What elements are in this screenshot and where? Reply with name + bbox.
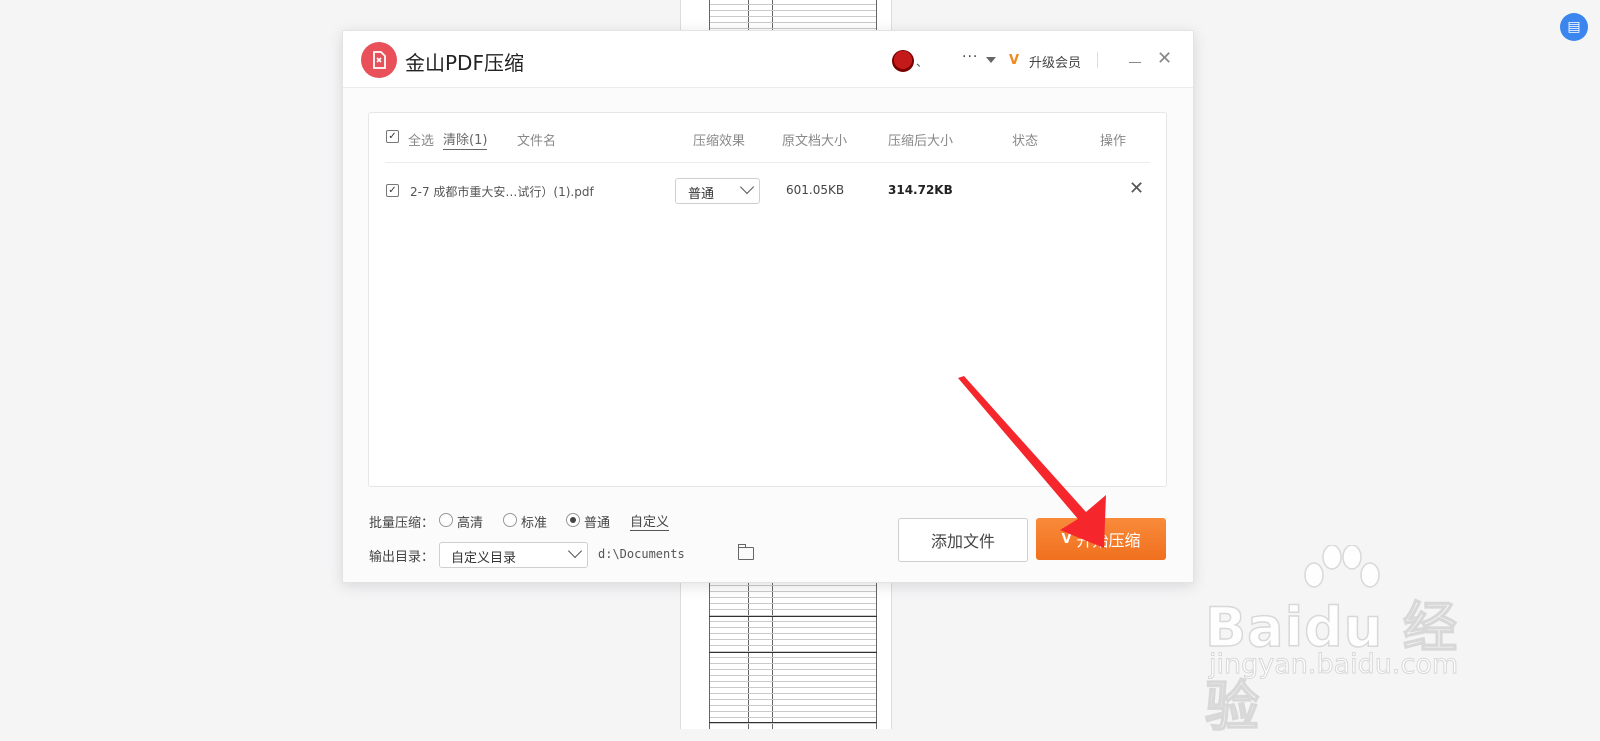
vip-icon: V [1009,53,1020,68]
app-logo-icon [361,42,397,78]
original-size: 601.05KB [786,183,845,197]
radio-hd-label[interactable]: 高清 [457,512,483,531]
select-all-label[interactable]: 全选 [408,130,434,149]
chevron-down-icon [739,179,755,195]
table-header: ✓ 全选 清除(1) 文件名 压缩效果 原文档大小 压缩后大小 状态 操作 [385,113,1150,163]
document-table-top [709,0,877,34]
avatar[interactable] [892,50,914,72]
effect-value: 普通 [688,187,715,202]
column-header-actions: 操作 [1100,134,1127,149]
output-path: d:\Documents [598,547,685,561]
file-name: 2-7 成都市重大安…试行）(1).pdf [410,185,594,199]
app-title: 金山PDF压缩 [405,51,524,75]
radio-normal-label[interactable]: 普通 [584,512,610,531]
file-list-panel: ✓ 全选 清除(1) 文件名 压缩效果 原文档大小 压缩后大小 状态 操作 ✓ … [368,112,1167,487]
compressed-size: 314.72KB [888,183,953,197]
delete-row-icon[interactable]: ✕ [1129,178,1144,199]
column-header-filename: 文件名 [517,134,557,149]
watermark-url: jingyan.baidu.com [1208,649,1459,681]
clear-button[interactable]: 清除(1) [443,129,488,150]
title-bar: 金山PDF压缩 、 ··· V 升级会员 ✕ [343,31,1193,88]
minimize-icon[interactable] [1129,62,1141,63]
output-dir-dropdown[interactable]: 自定义目录 [439,542,588,568]
side-tool-icon[interactable]: ▤ [1560,13,1588,41]
caret-down-icon[interactable] [986,57,996,63]
radio-normal[interactable] [566,513,580,527]
column-header-status: 状态 [1012,134,1039,149]
add-file-button[interactable]: 添加文件 [898,518,1028,562]
folder-icon[interactable] [738,544,754,560]
radio-standard-label[interactable]: 标准 [521,512,547,531]
row-checkbox[interactable]: ✓ [386,184,399,197]
divider [1097,52,1098,68]
output-dir-value: 自定义目录 [451,551,517,566]
pdf-compress-dialog: 金山PDF压缩 、 ··· V 升级会员 ✕ ✓ 全选 清除(1) 文件名 压缩… [342,30,1194,583]
radio-hd[interactable] [439,513,453,527]
more-icon[interactable]: ··· [962,49,978,65]
chevron-down-icon [567,543,583,559]
document-table-bottom [709,582,877,729]
vip-icon: V [1061,531,1072,547]
upgrade-member-button[interactable]: 升级会员 [1029,52,1081,71]
column-header-original-size: 原文档大小 [782,134,848,149]
batch-compress-label: 批量压缩： [369,516,435,531]
select-all-checkbox[interactable]: ✓ [386,130,399,143]
column-header-compressed-size: 压缩后大小 [888,134,954,149]
effect-dropdown[interactable]: 普通 [675,178,760,204]
user-name[interactable]: 、 [916,53,928,70]
close-icon[interactable]: ✕ [1157,50,1172,68]
start-compress-label: 开始压缩 [1076,531,1141,550]
column-header-effect: 压缩效果 [693,134,746,149]
custom-settings-link[interactable]: 自定义 [630,511,670,531]
radio-standard[interactable] [503,513,517,527]
start-compress-button[interactable]: V 开始压缩 [1036,518,1166,560]
table-row: ✓ 2-7 成都市重大安…试行）(1).pdf 普通 601.05KB 314.… [385,175,1150,207]
output-dir-label: 输出目录： [369,550,435,565]
baidu-watermark: Baidu 经验 jingyan.baidu.com [1204,545,1490,739]
